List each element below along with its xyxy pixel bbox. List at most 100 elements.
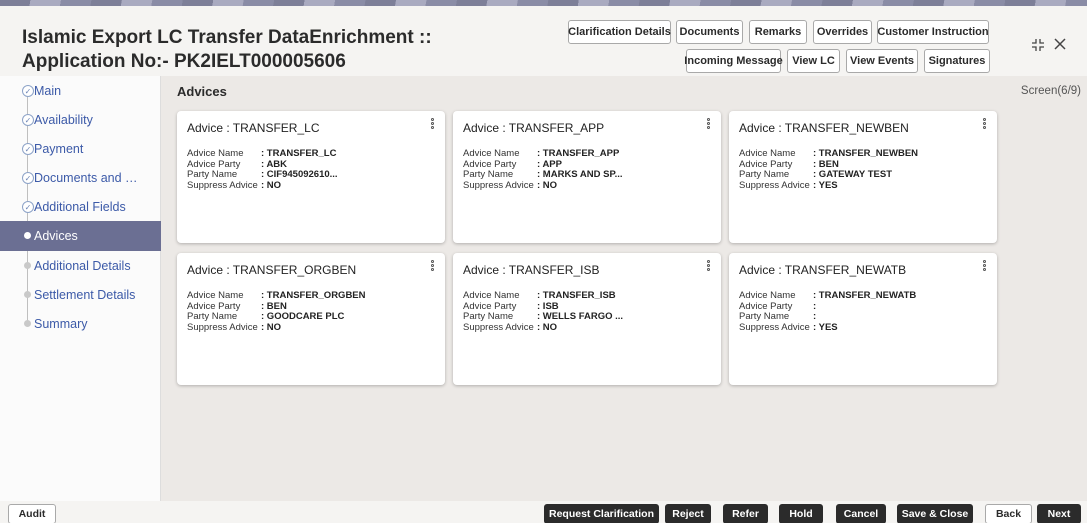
- sidebar-item-payment[interactable]: ✓ Payment: [0, 134, 161, 163]
- sidebar-item-label: Payment: [34, 141, 84, 156]
- hold-button[interactable]: Hold: [779, 504, 823, 523]
- card-title: Advice : TRANSFER_LC: [187, 121, 320, 135]
- card-title: Advice : TRANSFER_APP: [463, 121, 605, 135]
- sidebar-item-label: Main: [34, 83, 62, 98]
- sidebar-item-label: Summary: [34, 316, 88, 331]
- party-name-label: Party Name: [739, 311, 790, 322]
- sidebar-item-label: Settlement Details: [34, 287, 136, 302]
- suppress-advice-label: Suppress Advice: [187, 321, 258, 333]
- advice-card-transfer-isb: Advice : TRANSFER_ISB Advice Name: TRANS…: [453, 253, 721, 385]
- advice-name-value: : TRANSFER_ISB: [537, 290, 616, 301]
- party-name-value: : MARKS AND SP...: [537, 169, 623, 180]
- page-title: Islamic Export LC Transfer DataEnrichmen…: [22, 27, 432, 72]
- remarks-button[interactable]: Remarks: [749, 20, 807, 44]
- more-options-icon[interactable]: [429, 117, 435, 133]
- advice-name-value: : TRANSFER_NEWBEN: [813, 148, 919, 159]
- view-events-button[interactable]: View Events: [846, 49, 918, 73]
- card-title: Advice : TRANSFER_NEWBEN: [739, 121, 909, 135]
- clarification-details-button[interactable]: Clarification Details: [568, 20, 671, 44]
- more-options-icon[interactable]: [429, 259, 435, 275]
- sidebar-item-documents-and-conditions[interactable]: ✓ Documents and Conditions: [0, 163, 161, 192]
- sidebar-item-additional-fields[interactable]: ✓ Additional Fields: [0, 192, 161, 221]
- collapse-icon[interactable]: [1031, 38, 1045, 55]
- check-icon: ✓: [22, 114, 34, 126]
- advice-name-value: : TRANSFER_NEWATB: [813, 290, 917, 301]
- suppress-advice-value: : NO: [261, 179, 282, 191]
- refer-button[interactable]: Refer: [723, 504, 768, 523]
- advice-name-value: : TRANSFER_LC: [261, 148, 337, 159]
- suppress-advice-label: Suppress Advice: [187, 179, 258, 191]
- party-name-label: Party Name: [187, 311, 238, 322]
- sidebar-item-availability[interactable]: ✓ Availability: [0, 105, 161, 134]
- suppress-advice-value: : NO: [537, 179, 558, 191]
- overrides-button[interactable]: Overrides: [813, 20, 872, 44]
- advice-name-value: : TRANSFER_APP: [537, 148, 620, 159]
- more-options-icon[interactable]: [981, 259, 987, 275]
- view-lc-button[interactable]: View LC: [787, 49, 840, 73]
- screen-indicator: Screen(6/9): [1020, 85, 1081, 97]
- sidebar-item-summary[interactable]: Summary: [0, 309, 161, 338]
- advice-name-label: Advice Name: [187, 148, 244, 159]
- advice-name-label: Advice Name: [739, 148, 796, 159]
- section-title: Advices: [177, 84, 227, 99]
- request-clarification-button[interactable]: Request Clarification: [544, 504, 659, 523]
- suppress-advice-value: : NO: [261, 321, 282, 333]
- signatures-button[interactable]: Signatures: [924, 49, 990, 73]
- party-name-label: Party Name: [463, 311, 514, 322]
- pending-dot-icon: [24, 291, 31, 298]
- save-and-close-button[interactable]: Save & Close: [897, 504, 973, 523]
- footer-bar: Audit Request Clarification Reject Refer…: [0, 501, 1087, 523]
- party-name-value: :: [813, 311, 817, 322]
- audit-button[interactable]: Audit: [8, 504, 56, 523]
- sidebar-item-additional-details[interactable]: Additional Details: [0, 251, 161, 280]
- advice-card-transfer-newatb: Advice : TRANSFER_NEWATB Advice Name: TR…: [729, 253, 997, 385]
- sidebar-item-settlement-details[interactable]: Settlement Details: [0, 280, 161, 309]
- sidebar-item-label: Availability: [34, 112, 93, 127]
- check-icon: ✓: [22, 172, 34, 184]
- party-name-label: Party Name: [463, 169, 514, 180]
- sidebar-nav: ✓ Main ✓ Availability ✓ Payment ✓ Docume…: [0, 76, 161, 501]
- advice-card-transfer-lc: Advice : TRANSFER_LC Advice Name : TRANSF…: [177, 111, 445, 243]
- incoming-message-button[interactable]: Incoming Message: [684, 49, 783, 73]
- more-options-icon[interactable]: [705, 117, 711, 133]
- card-title: Advice : TRANSFER_NEWATB: [739, 263, 907, 277]
- check-icon: ✓: [22, 85, 34, 97]
- pending-dot-icon: [24, 262, 31, 269]
- party-name-label: Party Name: [187, 169, 238, 180]
- customer-instruction-button[interactable]: Customer Instruction: [877, 20, 989, 44]
- suppress-advice-label: Suppress Advice: [463, 321, 534, 333]
- suppress-advice-value: : YES: [813, 321, 838, 333]
- sidebar-item-label: Additional Details: [34, 258, 131, 273]
- suppress-advice-label: Suppress Advice: [739, 179, 810, 191]
- sidebar-item-main[interactable]: ✓ Main: [0, 76, 161, 105]
- header: Islamic Export LC Transfer DataEnrichmen…: [0, 6, 1087, 76]
- sidebar-item-advices[interactable]: Advices: [0, 221, 161, 251]
- active-bullet-icon: [24, 232, 31, 239]
- more-options-icon[interactable]: [981, 117, 987, 133]
- suppress-advice-label: Suppress Advice: [463, 179, 534, 191]
- main-content: Advices Screen(6/9) Advice : TRANSFER_LC…: [165, 76, 1087, 501]
- more-options-icon[interactable]: [705, 259, 711, 275]
- party-name-value: : CIF945092610...: [261, 169, 338, 180]
- pending-dot-icon: [24, 320, 31, 327]
- sidebar-item-label: Additional Fields: [34, 199, 126, 214]
- close-icon[interactable]: [1053, 36, 1067, 56]
- party-name-label: Party Name: [739, 169, 790, 180]
- advice-card-transfer-orgben: Advice : TRANSFER_ORGBEN Advice Name : TR…: [177, 253, 445, 385]
- documents-button[interactable]: Documents: [676, 20, 743, 44]
- suppress-advice-label: Suppress Advice: [739, 321, 810, 333]
- next-button[interactable]: Next: [1037, 504, 1081, 523]
- cancel-button[interactable]: Cancel: [836, 504, 886, 523]
- card-title: Advice : TRANSFER_ORGBEN: [187, 263, 357, 277]
- suppress-advice-value: : NO: [537, 321, 558, 333]
- advice-name-value: : TRANSFER_ORGBEN: [261, 290, 366, 301]
- check-icon: ✓: [22, 201, 34, 213]
- check-icon: ✓: [22, 143, 34, 155]
- advice-name-label: Advice Name: [463, 290, 520, 301]
- suppress-advice-value: : YES: [813, 179, 838, 191]
- advice-name-label: Advice Name: [187, 290, 244, 301]
- back-button[interactable]: Back: [985, 504, 1032, 523]
- reject-button[interactable]: Reject: [665, 504, 711, 523]
- advice-card-transfer-newben: Advice : TRANSFER_NEWBEN Advice Name : TR…: [729, 111, 997, 243]
- party-name-value: : GATEWAY TEST: [813, 169, 893, 180]
